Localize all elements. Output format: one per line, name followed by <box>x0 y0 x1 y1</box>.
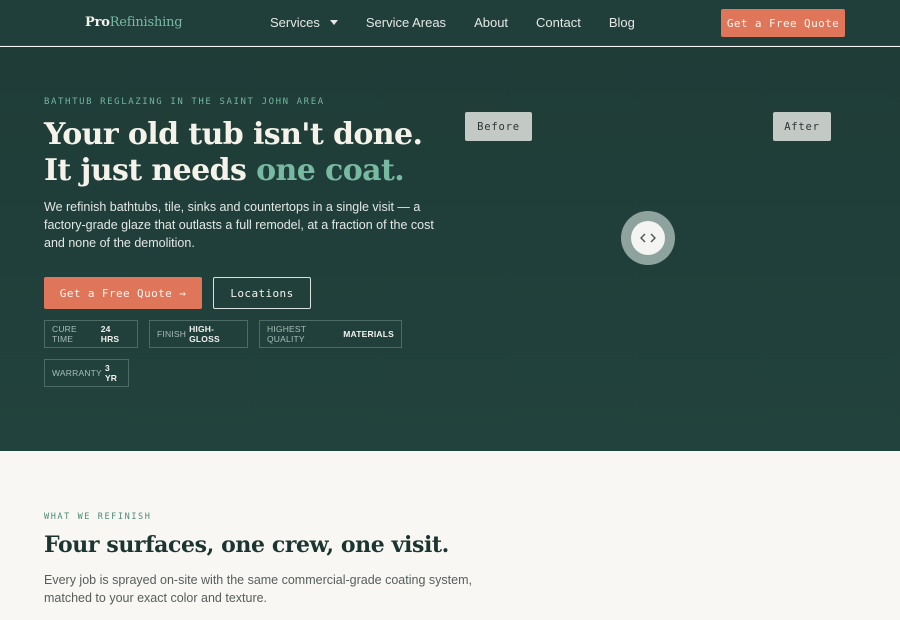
nav-link-services-label: Services <box>270 15 320 30</box>
get-free-quote-button[interactable]: Get a Free Quote → <box>44 277 202 309</box>
badge-value: MATERIALS <box>343 329 394 339</box>
badge-cure-time: CURE TIME 24 HRS <box>44 320 138 348</box>
badge-label: FINISH <box>157 329 187 339</box>
hero-section: BATHTUB REGLAZING IN THE SAINT JOHN AREA… <box>0 47 900 451</box>
headline-line-2-accent: one coat. <box>256 153 405 188</box>
badge-value: 3 YR <box>104 363 118 383</box>
nav-link-service-areas[interactable]: Service Areas <box>366 15 446 30</box>
nav-quote-button[interactable]: Get a Free Quote <box>721 9 845 37</box>
section-description: Every job is sprayed on-site with the sa… <box>44 573 472 605</box>
nav-link-services[interactable]: Services <box>270 15 338 30</box>
hero-eyebrow: BATHTUB REGLAZING IN THE SAINT JOHN AREA <box>44 97 325 107</box>
badge-warranty: WARRANTY 3 YR <box>44 359 129 387</box>
before-label: Before <box>465 112 532 141</box>
nav-links: Services Service Areas About Contact Blo… <box>270 15 635 30</box>
top-navigation: ProRefinishing Services Service Areas Ab… <box>0 0 900 46</box>
badge-finish: FINISH HIGH-GLOSS <box>149 320 248 348</box>
chevron-left-right-icon <box>640 233 656 243</box>
nav-link-contact[interactable]: Contact <box>536 15 581 30</box>
headline-line-1: Your old tub isn't done. <box>44 117 423 152</box>
nav-link-about[interactable]: About <box>474 15 508 30</box>
badge-label: CURE TIME <box>52 324 77 344</box>
chevron-down-icon <box>329 20 338 25</box>
badge-label: WARRANTY <box>52 368 102 378</box>
section-title: Four surfaces, one crew, one visit. <box>44 532 449 558</box>
badge-materials: HIGHEST QUALITY MATERIALS <box>259 320 402 348</box>
badge-value: HIGH-GLOSS <box>189 324 220 344</box>
headline-line-2-prefix: It just needs <box>44 153 257 188</box>
hero-headline: Your old tub isn't done. It just needs o… <box>44 117 423 189</box>
logo-refinishing-text: Refinishing <box>109 15 183 30</box>
badge-value: 24 HRS <box>100 324 120 344</box>
logo-pro-text: Pro <box>85 15 110 30</box>
nav-link-blog[interactable]: Blog <box>609 15 635 30</box>
locations-button[interactable]: Locations <box>213 277 311 309</box>
handle-knob <box>631 221 665 255</box>
site-logo[interactable]: ProRefinishing <box>85 15 183 30</box>
section-eyebrow: WHAT WE REFINISH <box>44 512 152 522</box>
hero-description: We refinish bathtubs, tile, sinks and co… <box>44 200 434 250</box>
after-label: After <box>773 112 831 141</box>
before-after-slider-handle[interactable] <box>621 211 675 265</box>
badge-label: HIGHEST QUALITY <box>267 324 307 344</box>
